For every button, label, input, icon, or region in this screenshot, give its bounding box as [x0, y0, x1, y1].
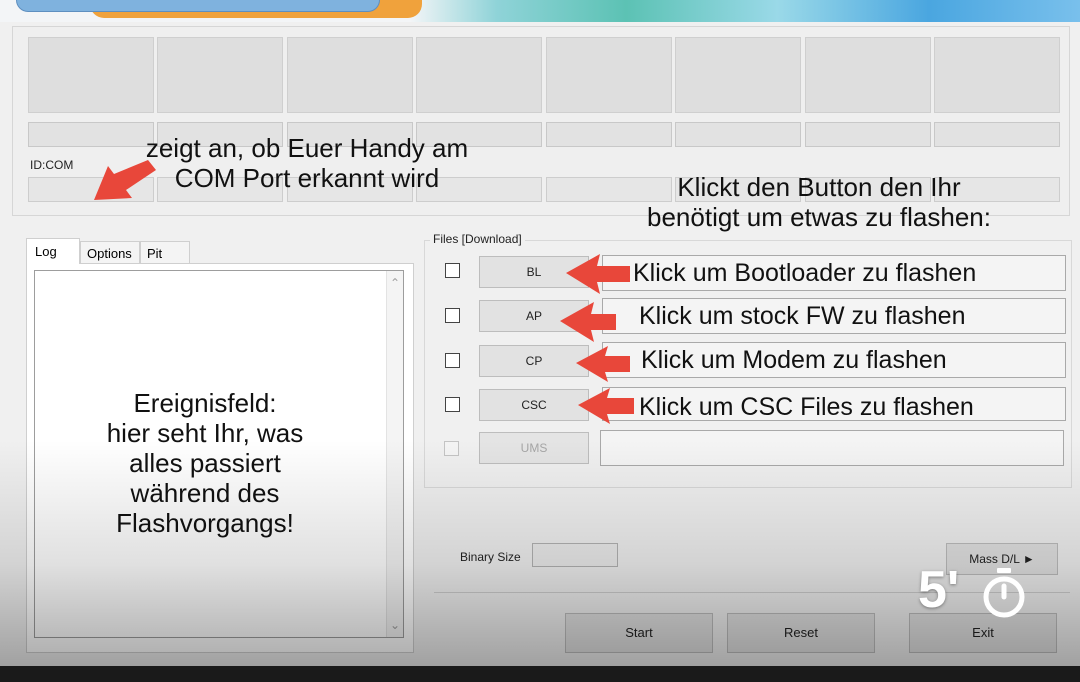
- bottom-strip: [0, 666, 1080, 682]
- duration-text: 5': [918, 561, 960, 619]
- arrow-icon-com: [94, 160, 156, 200]
- arrow-icon-ap: [560, 302, 616, 342]
- arrow-icon-bl: [566, 254, 630, 294]
- arrow-icon-csc: [578, 388, 634, 424]
- reset-button[interactable]: Reset: [727, 613, 875, 653]
- start-button[interactable]: Start: [565, 613, 713, 653]
- controls-divider: [434, 592, 1070, 593]
- binary-size-label: Binary Size: [460, 550, 521, 564]
- stopwatch-icon: [983, 568, 1025, 618]
- banner-tab-blue: [16, 0, 380, 12]
- arrow-icon-cp: [576, 346, 630, 382]
- binary-size-field: [532, 543, 618, 567]
